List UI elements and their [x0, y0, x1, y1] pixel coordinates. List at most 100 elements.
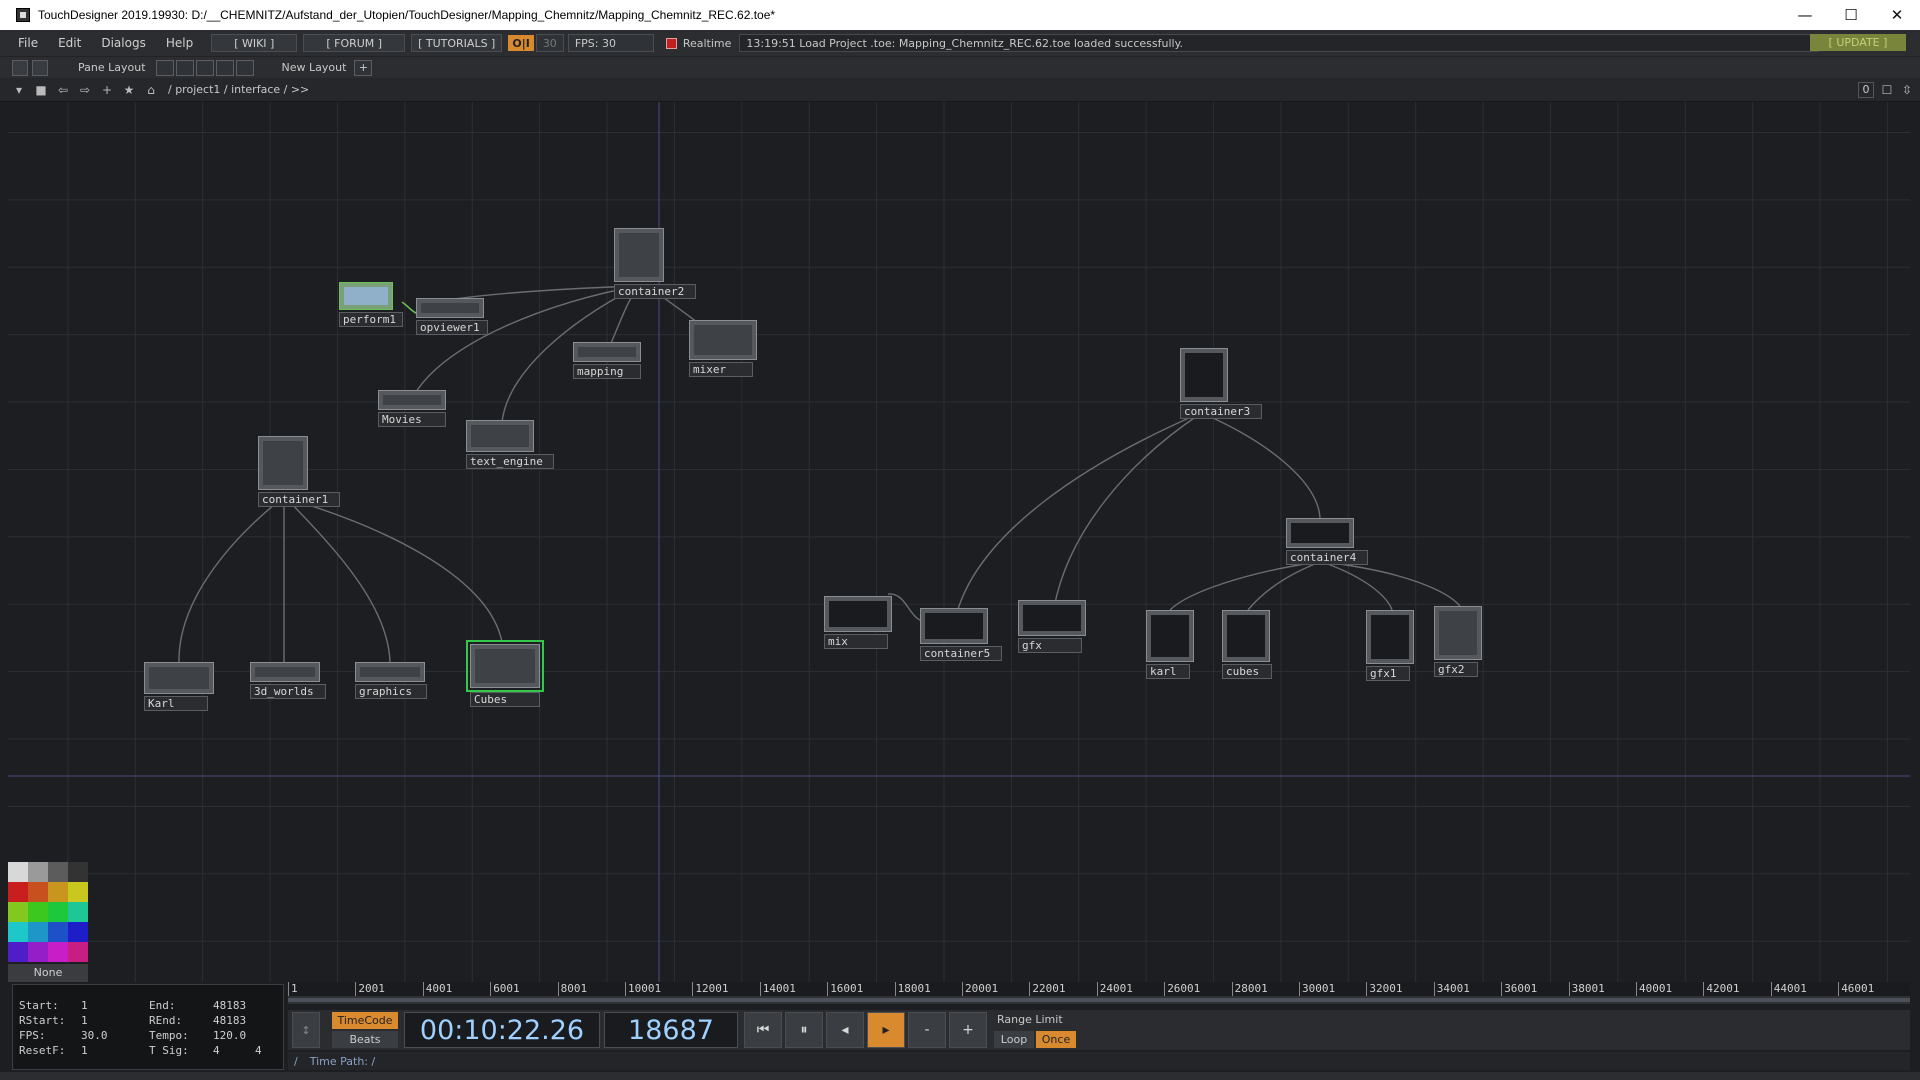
- network-editor[interactable]: container2 perform1 opviewer1 mapping mi…: [8, 102, 1910, 982]
- palette-swatch[interactable]: [48, 942, 68, 962]
- palette-swatch[interactable]: [48, 922, 68, 942]
- timecode-display[interactable]: 00:10:22.26: [404, 1012, 600, 1048]
- palette-swatch[interactable]: [28, 862, 48, 882]
- forum-button[interactable]: [ FORUM ]: [303, 34, 406, 52]
- palette-swatch[interactable]: [48, 862, 68, 882]
- realtime-checkbox[interactable]: [665, 37, 677, 49]
- add-op-icon[interactable]: +: [98, 81, 116, 99]
- layout-three-pane[interactable]: [215, 59, 234, 76]
- update-button[interactable]: [ UPDATE ]: [1810, 34, 1906, 51]
- add-layout-button[interactable]: +: [354, 59, 373, 76]
- step-minus-button[interactable]: -: [908, 1012, 946, 1048]
- loop-toggle[interactable]: Loop: [994, 1031, 1034, 1048]
- palette-swatch[interactable]: [68, 902, 88, 922]
- panel-view-icon[interactable]: [32, 59, 48, 76]
- layout-split-vertical[interactable]: [175, 59, 194, 76]
- layout-split-horizontal[interactable]: [195, 59, 214, 76]
- range-limit-label: Range Limit: [997, 1013, 1063, 1026]
- tsig-denominator[interactable]: 4: [255, 1044, 262, 1057]
- timeline-options-icon[interactable]: ↕: [292, 1012, 320, 1048]
- close-button[interactable]: ✕: [1874, 0, 1920, 30]
- wire-container3-container4: [1203, 413, 1321, 519]
- split-pane-icon[interactable]: ⇳: [1898, 81, 1916, 99]
- ruler-tick: 10001: [625, 982, 661, 996]
- ruler-tick: 26001: [1164, 982, 1200, 996]
- timeline-ruler[interactable]: 1 2001 4001 6001 8001 10001 12001 14001 16001 180…: [288, 982, 1910, 996]
- menu-edit[interactable]: Edit: [48, 36, 91, 50]
- timecode-toggle[interactable]: TimeCode: [332, 1012, 398, 1029]
- menu-help[interactable]: Help: [156, 36, 203, 50]
- back-icon[interactable]: ⇦: [54, 81, 72, 99]
- pause-button[interactable]: ⏸: [785, 1012, 823, 1048]
- network-path[interactable]: / project1 / interface / >>: [168, 83, 309, 96]
- fps-value[interactable]: 30.0: [81, 1029, 108, 1042]
- wire-container4-gfx2: [1323, 561, 1461, 607]
- ruler-tick: 28001: [1231, 982, 1268, 996]
- wire-layer: [8, 102, 1910, 982]
- tutorials-button[interactable]: [ TUTORIALS ]: [411, 34, 503, 52]
- palette-swatch[interactable]: [68, 882, 88, 902]
- fps-cook-indicator: 30: [535, 34, 564, 52]
- wire-container1-karl: [178, 499, 281, 663]
- ruler-tick: 1: [288, 982, 298, 996]
- rstart-value[interactable]: 1: [81, 1014, 88, 1027]
- end-label: End:: [149, 999, 176, 1012]
- perform-mode-toggle[interactable]: O|I: [508, 35, 534, 51]
- palette-swatch[interactable]: [8, 862, 28, 882]
- palette-none-swatch[interactable]: None: [8, 964, 88, 982]
- title-bar: TouchDesigner 2019.19930: D:/__CHEMNITZ/…: [0, 0, 1920, 30]
- once-toggle[interactable]: Once: [1036, 1031, 1076, 1048]
- tsig-numerator[interactable]: 4: [213, 1044, 220, 1057]
- palette-swatch[interactable]: [68, 922, 88, 942]
- rewind-button[interactable]: ⏮: [744, 1012, 782, 1048]
- pane-menu-icon[interactable]: ▾: [10, 81, 28, 99]
- bookmark-icon[interactable]: ★: [120, 81, 138, 99]
- palette-swatch[interactable]: [8, 942, 28, 962]
- time-path[interactable]: Time Path: /: [310, 1055, 376, 1068]
- menu-file[interactable]: File: [8, 36, 48, 50]
- time-path-slash[interactable]: /: [294, 1055, 298, 1068]
- step-back-button[interactable]: ◂: [826, 1012, 864, 1048]
- palette-swatch[interactable]: [8, 902, 28, 922]
- time-path-bar: / Time Path: /: [288, 1052, 1910, 1070]
- frame-display[interactable]: 18687: [604, 1012, 738, 1048]
- maximize-pane-icon[interactable]: ☐: [1878, 81, 1896, 99]
- palette-swatch[interactable]: [8, 882, 28, 902]
- palette-swatch[interactable]: [28, 942, 48, 962]
- palette-swatch[interactable]: [8, 922, 28, 942]
- ruler-tick: 14001: [759, 982, 796, 996]
- minimize-button[interactable]: —: [1782, 0, 1828, 30]
- ruler-tick: 22001: [1029, 982, 1066, 996]
- end-value[interactable]: 48183: [213, 999, 246, 1012]
- timeline-range-bar[interactable]: [288, 996, 1910, 1004]
- ruler-tick: 32001: [1366, 982, 1403, 996]
- menu-dialogs[interactable]: Dialogs: [91, 36, 155, 50]
- new-layout-label[interactable]: New Layout: [282, 61, 347, 74]
- home-icon[interactable]: ⌂: [142, 81, 160, 99]
- palette-swatch[interactable]: [68, 942, 88, 962]
- rend-value[interactable]: 48183: [213, 1014, 246, 1027]
- maximize-button[interactable]: ☐: [1828, 0, 1874, 30]
- play-button[interactable]: ▸: [867, 1012, 905, 1048]
- ruler-tick: 12001: [692, 982, 729, 996]
- start-value[interactable]: 1: [81, 999, 88, 1012]
- palette-swatch[interactable]: [48, 902, 68, 922]
- beats-toggle[interactable]: Beats: [332, 1031, 398, 1048]
- rstart-label: RStart:: [19, 1014, 66, 1027]
- resetf-value[interactable]: 1: [81, 1044, 88, 1057]
- layout-single[interactable]: [155, 59, 174, 76]
- palette-swatch[interactable]: [28, 902, 48, 922]
- palette-swatch[interactable]: [48, 882, 68, 902]
- palette-swatch[interactable]: [28, 882, 48, 902]
- tempo-value[interactable]: 120.0: [213, 1029, 246, 1042]
- wiki-button[interactable]: [ WIKI ]: [211, 34, 298, 52]
- step-plus-button[interactable]: +: [949, 1012, 987, 1048]
- palette-swatch[interactable]: [28, 922, 48, 942]
- palette-swatch[interactable]: [68, 862, 88, 882]
- fps-label: FPS:: [19, 1029, 46, 1042]
- layout-four-pane[interactable]: [235, 59, 254, 76]
- forward-icon[interactable]: ⇨: [76, 81, 94, 99]
- wire-container4-cubes2: [1247, 561, 1321, 611]
- stop-icon[interactable]: ■: [32, 81, 50, 99]
- network-view-icon[interactable]: [12, 59, 28, 76]
